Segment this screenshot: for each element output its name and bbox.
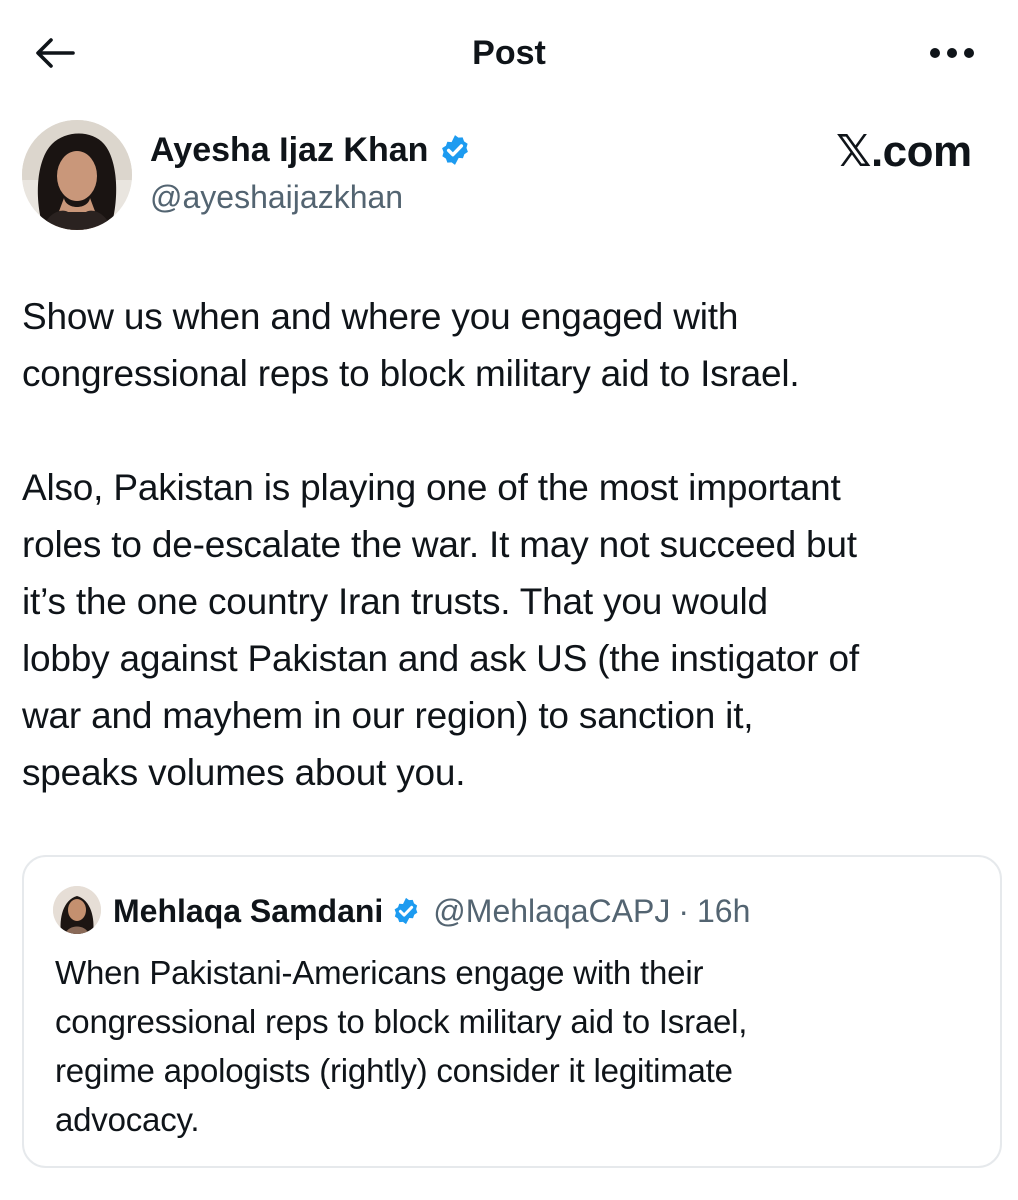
quote-author-name[interactable]: Mehlaqa Samdani: [113, 888, 383, 934]
tweet-line: speaks volumes about you.: [22, 752, 466, 793]
author-name[interactable]: Ayesha Ijaz Khan: [150, 128, 428, 172]
tweet-line: lobby against Pakistan and ask US (the i…: [22, 638, 859, 679]
tweet-paragraph-1: Show us when and where you engaged with …: [22, 288, 1007, 402]
quote-author-handle[interactable]: @MehlaqaCAPJ: [433, 888, 670, 934]
tweet-line: congressional reps to block military aid…: [22, 353, 800, 394]
tweet-paragraph-2: Also, Pakistan is playing one of the mos…: [22, 459, 1007, 801]
more-options-button[interactable]: [920, 30, 984, 76]
tweet-line: Show us when and where you engaged with: [22, 296, 739, 337]
more-horizontal-icon: [930, 48, 974, 58]
quote-author-avatar-image: [53, 886, 101, 934]
tweet-line: roles to de-escalate the war. It may not…: [22, 524, 857, 565]
quote-line: congressional reps to block military aid…: [55, 1003, 748, 1040]
quote-line: advocacy.: [55, 1101, 200, 1138]
separator-dot: ·: [678, 893, 689, 929]
tweet-line: Also, Pakistan is playing one of the mos…: [22, 467, 841, 508]
tweet-text: Show us when and where you engaged with …: [22, 288, 1007, 801]
quote-timestamp[interactable]: 16h: [697, 888, 750, 934]
arrow-left-icon: [36, 38, 75, 68]
page-title: Post: [472, 34, 546, 72]
author-avatar-image: [22, 120, 132, 230]
author-avatar[interactable]: [22, 120, 132, 230]
author-name-row[interactable]: Ayesha Ijaz Khan: [150, 128, 472, 172]
back-button[interactable]: [30, 30, 80, 76]
tweet-line: war and mayhem in our region) to sanctio…: [22, 695, 754, 736]
quote-line: When Pakistani-Americans engage with the…: [55, 954, 704, 991]
quote-header: Mehlaqa Samdani @MehlaqaCAPJ · 16h: [113, 888, 750, 934]
tweet-line: it’s the one country Iran trusts. That y…: [22, 581, 768, 622]
quote-text: When Pakistani-Americans engage with the…: [55, 948, 985, 1144]
quote-author-avatar[interactable]: [53, 886, 101, 934]
verified-badge-icon: [394, 897, 418, 925]
x-com-logo: 𝕏.com: [836, 127, 972, 176]
author-handle[interactable]: @ayeshaijazkhan: [150, 176, 403, 218]
quote-line: regime apologists (rightly) consider it …: [55, 1052, 733, 1089]
verified-badge-icon: [442, 135, 469, 165]
